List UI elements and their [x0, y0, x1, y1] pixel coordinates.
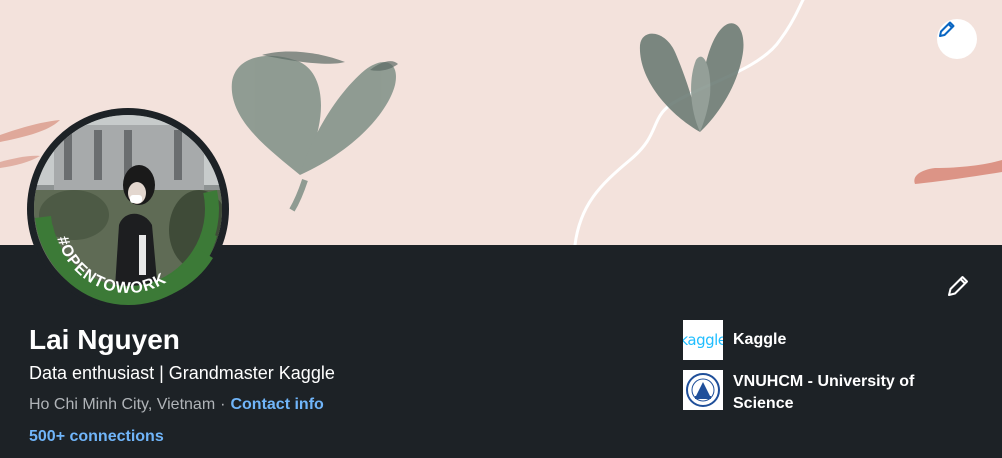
leaf-right-art: [639, 23, 744, 133]
organization-kaggle[interactable]: kaggle Kaggle: [683, 320, 953, 360]
university-crest-icon: [683, 370, 723, 410]
separator-dot: ·: [220, 396, 226, 413]
location-row: Ho Chi Minh City, Vietnam · Contact info: [29, 394, 324, 416]
connections-link[interactable]: 500+ connections: [29, 426, 164, 448]
pencil-icon: [939, 21, 955, 37]
pencil-icon: [948, 276, 968, 296]
organization-name: VNUHCM - University of Science: [733, 373, 915, 412]
open-to-work-badge: #OPENTOWORK: [53, 234, 168, 297]
svg-text:#OPENTOWORK: #OPENTOWORK: [53, 234, 169, 297]
open-to-work-frame: #OPENTOWORK: [35, 190, 219, 306]
edit-banner-button[interactable]: [937, 19, 977, 59]
leaf-left-art: [231, 55, 396, 212]
profile-headline: Data enthusiast | Grandmaster Kaggle: [29, 363, 335, 383]
organization-university[interactable]: VNUHCM - University of Science: [683, 370, 953, 415]
location-text: Ho Chi Minh City, Vietnam: [29, 396, 216, 413]
organization-name: Kaggle: [733, 331, 787, 348]
profile-avatar[interactable]: #OPENTOWORK: [27, 108, 229, 310]
kaggle-logo: kaggle: [683, 320, 723, 360]
edit-profile-button[interactable]: [938, 266, 978, 306]
contact-info-link[interactable]: Contact info: [230, 396, 323, 413]
profile-name: Lai Nguyen: [29, 324, 180, 355]
